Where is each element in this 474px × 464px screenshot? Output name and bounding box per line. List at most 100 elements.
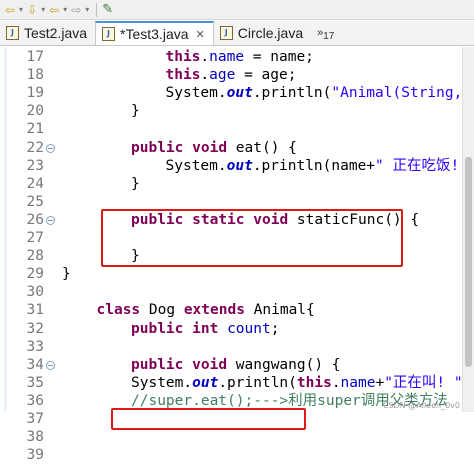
line-number: 19 [26, 85, 44, 102]
line-number: 21 [26, 121, 44, 138]
dropdown-chevron-icon[interactable]: ▾ [83, 2, 91, 18]
close-icon[interactable]: ✕ [196, 28, 205, 41]
code-token: .println( [252, 85, 332, 102]
line-number-gutter: 17 18 19 20 21 22−23 24 25 26−27 28 29 30 31 32 33 34−3… [0, 47, 58, 463]
tab-label: *Test3.java [120, 26, 189, 42]
code-line[interactable]: public void wangwang() { [131, 356, 341, 374]
scrollbar-thumb[interactable] [465, 157, 472, 367]
hidden-tab-count: 17 [323, 30, 335, 42]
code-token: = name; [244, 49, 314, 65]
code-token: extends [183, 302, 245, 319]
code-token: System. [165, 85, 227, 102]
code-token: public [131, 320, 184, 337]
watermark: CSDN @Aileen_0v0 [382, 401, 460, 410]
code-token: Animal{ [244, 302, 315, 319]
code-token: eat() { [227, 139, 297, 156]
line-number: 38 [26, 429, 44, 446]
line-number: 31 [26, 302, 44, 319]
code-line[interactable]: class Dog extends Animal{ [97, 301, 315, 319]
code-line[interactable]: public int count; [131, 320, 279, 338]
code-token: } [131, 175, 140, 192]
code-token: int [192, 320, 219, 337]
dropdown-chevron-icon[interactable]: ▾ [61, 2, 69, 18]
line-number: 28 [26, 248, 44, 265]
dropdown-chevron-icon[interactable]: ▾ [17, 2, 25, 18]
code-token: "正在叫! " [384, 374, 462, 391]
toolbar-separator [96, 2, 98, 17]
code-token: this [165, 67, 201, 84]
line-number: 36 [26, 392, 44, 409]
fold-toggle-icon[interactable]: − [46, 215, 55, 225]
code-token: .println(name+ [252, 157, 376, 174]
code-token: age [209, 67, 236, 84]
code-token: public [131, 356, 184, 373]
tab-test3-java[interactable]: J *Test3.java ✕ [95, 21, 214, 45]
line-number: 37 [26, 411, 44, 427]
vertical-scrollbar[interactable] [462, 47, 474, 412]
code-line[interactable]: System.out.println(name+" 正在吃饭! "); [166, 157, 463, 175]
code-token: this [165, 49, 201, 65]
code-line[interactable]: } [131, 175, 140, 193]
code-token: name [209, 49, 245, 65]
editor-tab-bar: J Test2.java J *Test3.java ✕ J Circle.java » 17 [0, 21, 474, 46]
line-number: 27 [26, 230, 44, 246]
tab-circle-java[interactable]: J Circle.java [214, 21, 311, 45]
tab-overflow-button[interactable]: » 17 [311, 21, 334, 45]
code-token: "Animal(String,int) [331, 85, 462, 102]
code-token: . [200, 49, 210, 65]
code-token: " 正在吃饭! " [375, 157, 460, 174]
back-icon[interactable]: ⇦ [4, 2, 16, 18]
code-token: out [226, 157, 253, 174]
code-token: + [375, 374, 385, 391]
code-token: void [192, 139, 228, 156]
next-annotation-icon[interactable]: ⇩ [26, 2, 38, 18]
code-token: ; [270, 320, 280, 337]
code-line[interactable]: this.age = age; [166, 66, 297, 84]
code-line[interactable]: public void eat() { [131, 139, 297, 157]
highlight-box-static-method [101, 208, 403, 268]
code-line[interactable]: } [131, 102, 140, 120]
edit-icon[interactable]: ✎ [101, 2, 114, 18]
line-number: 24 [26, 175, 44, 192]
forward-icon[interactable]: ⇨ [70, 2, 82, 18]
highlight-box-static-call [111, 408, 306, 431]
code-token: = age; [235, 67, 297, 84]
code-token: class [96, 302, 141, 319]
code-line[interactable]: System.out.println("Animal(String,int) [166, 84, 463, 102]
code-line[interactable]: System.out.println(this.name+"正在叫! "); [131, 374, 462, 392]
code-line[interactable]: this.name = name; [166, 48, 314, 66]
code-token: void [192, 356, 228, 373]
tab-label: Circle.java [237, 25, 304, 41]
code-line[interactable]: } [62, 265, 71, 283]
line-number: 23 [26, 157, 44, 174]
line-number: 18 [26, 67, 44, 84]
line-number: 29 [26, 266, 44, 283]
code-token: .println( [218, 374, 297, 391]
code-token: count [227, 320, 271, 337]
dropdown-chevron-icon[interactable]: ▾ [39, 2, 47, 18]
fold-toggle-icon[interactable]: − [46, 143, 55, 153]
code-token: out [226, 85, 253, 102]
line-number: 17 [26, 49, 44, 65]
tab-test2-java[interactable]: J Test2.java [0, 21, 95, 45]
line-number: 35 [26, 374, 44, 391]
code-editor[interactable]: 17 18 19 20 21 22−23 24 25 26−27 28 29 30 31 32 33 34−3… [0, 47, 474, 463]
code-token: } [62, 266, 71, 283]
java-file-icon: J [6, 26, 19, 40]
code-token: wangwang() { [227, 356, 341, 373]
line-number: 20 [26, 103, 44, 120]
prev-edit-icon[interactable]: ⇦ [48, 2, 60, 18]
fold-toggle-icon[interactable]: − [46, 360, 55, 370]
code-token: System. [165, 157, 227, 174]
line-number: 26 [26, 211, 44, 228]
line-number: 22 [26, 139, 44, 156]
line-number: 34 [26, 356, 44, 373]
code-token: out [192, 374, 219, 391]
java-file-icon: J [219, 26, 233, 40]
line-number: 39 [26, 447, 44, 464]
toolbar: ⇦ ▾ ⇩ ▾ ⇦ ▾ ⇨ ▾ ✎ [0, 0, 474, 20]
